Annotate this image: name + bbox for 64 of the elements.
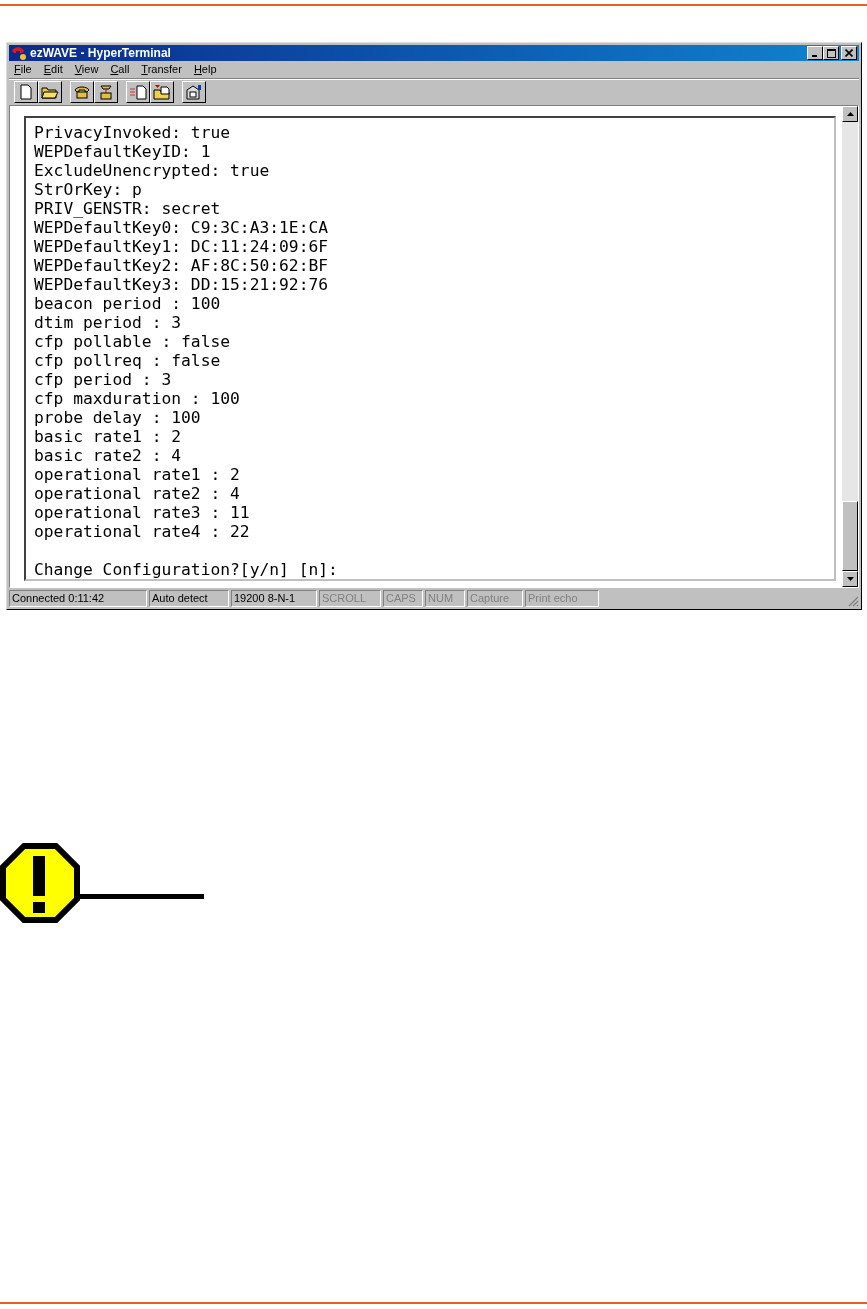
status-panel: CAPS: [383, 590, 423, 607]
scroll-thumb[interactable]: [842, 501, 858, 571]
receive-file-icon: [153, 83, 171, 100]
terminal-line: dtim period : 3: [34, 313, 183, 332]
status-panel: 19200 8-N-1: [231, 590, 317, 607]
telephone-icon: [73, 83, 91, 100]
menu-item[interactable]: Transfer: [136, 61, 187, 78]
receive-button[interactable]: [150, 80, 174, 103]
maximize-icon: [826, 48, 836, 58]
terminal-line: ExcludeUnencrypted: true: [34, 161, 271, 180]
terminal-line: PRIV_GENSTR: secret: [34, 199, 222, 218]
terminal-line: cfp pollreq : false: [34, 351, 222, 370]
terminal-line: beacon period : 100: [34, 294, 222, 313]
terminal-prompt: Change Configuration?[y/n] [n]:: [34, 560, 339, 579]
up-arrow-icon: [846, 112, 854, 116]
terminal-line: operational rate4 : 22: [34, 522, 251, 541]
terminal-line: basic rate1 : 2: [34, 427, 183, 446]
terminal-line: PrivacyInvoked: true: [34, 123, 232, 142]
scrollbar[interactable]: [842, 106, 858, 587]
terminal-line: cfp pollable : false: [34, 332, 232, 351]
maximize-button[interactable]: [823, 46, 839, 60]
terminal-line: WEPDefaultKey1: DC:11:24:09:6F: [34, 237, 330, 256]
terminal-line: WEPDefaultKey3: DD:15:21:92:76: [34, 275, 330, 294]
new-button[interactable]: [14, 80, 38, 103]
terminal-line: WEPDefaultKey0: C9:3C:A3:1E:CA: [34, 218, 330, 237]
menu-item[interactable]: Call: [105, 61, 135, 78]
send-button[interactable]: [126, 80, 150, 103]
status-panel: Connected 0:11:42: [9, 590, 147, 607]
resize-grip-icon: [847, 595, 859, 607]
menu-item[interactable]: View: [69, 61, 104, 78]
terminal-line: WEPDefaultKeyID: 1: [34, 142, 212, 161]
terminal-line: operational rate2 : 4: [34, 484, 241, 503]
menu-item[interactable]: Edit: [38, 61, 68, 78]
scroll-up-button[interactable]: [842, 106, 858, 122]
menu-item[interactable]: File: [9, 61, 37, 78]
properties-icon: [185, 83, 203, 100]
call-button[interactable]: [70, 80, 94, 103]
status-panel: Print echo: [525, 590, 599, 607]
telephone-handset-icon: [97, 83, 115, 100]
window-title: ezWAVE - HyperTerminal: [30, 47, 171, 59]
status-panel: SCROLL: [319, 590, 381, 607]
status-panel: NUM: [425, 590, 465, 607]
terminal-line: StrOrKey: p: [34, 180, 143, 199]
open-button[interactable]: [38, 80, 62, 103]
terminal-line: operational rate1 : 2: [34, 465, 241, 484]
new-document-icon: [17, 83, 35, 100]
menu-item[interactable]: Help: [188, 61, 222, 78]
terminal-line: basic rate2 : 4: [34, 446, 183, 465]
terminal-line: probe delay : 100: [34, 408, 202, 427]
scroll-down-button[interactable]: [842, 571, 858, 587]
send-file-icon: [129, 83, 147, 100]
down-arrow-icon: [846, 577, 854, 581]
terminal-line: cfp period : 3: [34, 370, 173, 389]
terminal-line: operational rate3 : 11: [34, 503, 251, 522]
status-panel: Capture: [467, 590, 523, 607]
close-icon: [845, 49, 853, 57]
telephone-icon: [11, 46, 27, 60]
status-panel: Auto detect: [149, 590, 229, 607]
terminal-line: WEPDefaultKey2: AF:8C:50:62:BF: [34, 256, 330, 275]
properties-button[interactable]: [182, 80, 206, 103]
terminal-line: cfp maxduration : 100: [34, 389, 241, 408]
close-button[interactable]: [841, 46, 857, 60]
disconnect-button[interactable]: [94, 80, 118, 103]
minimize-button[interactable]: [807, 46, 823, 60]
